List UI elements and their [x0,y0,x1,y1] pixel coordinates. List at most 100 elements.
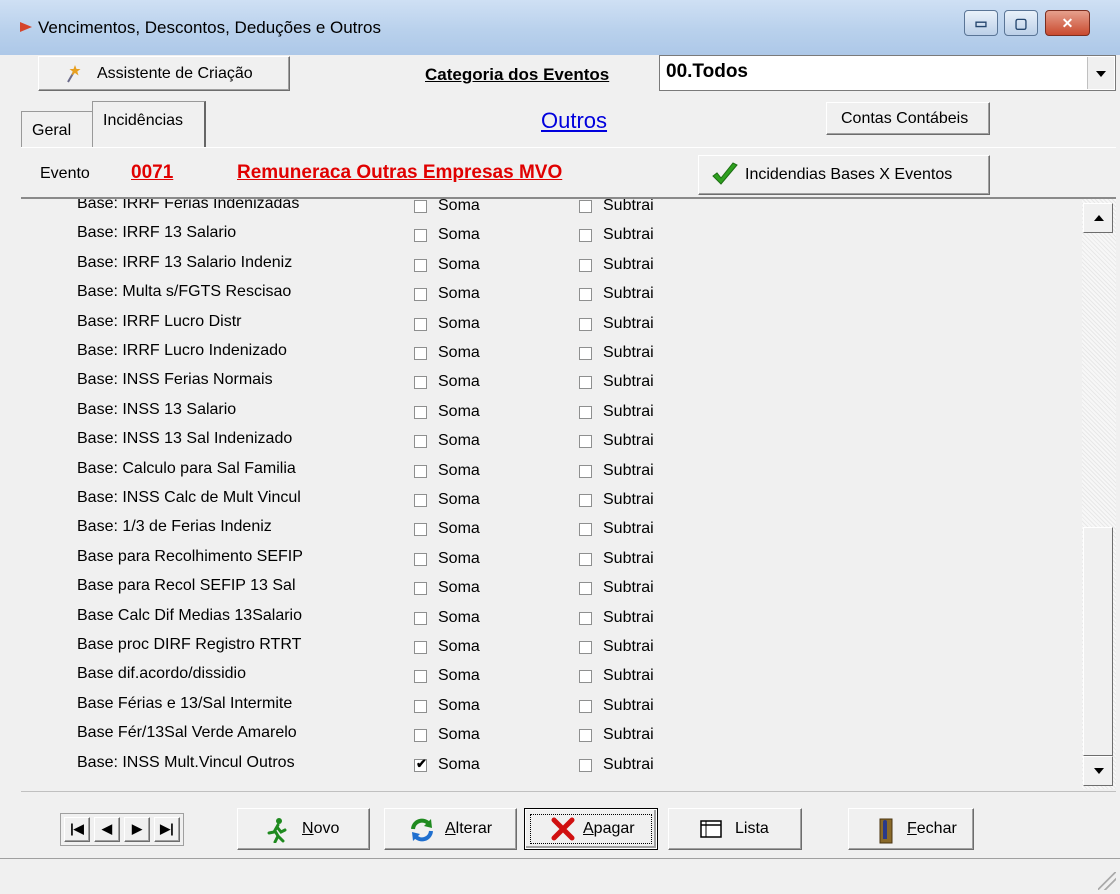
alterar-button[interactable]: Alterar [384,808,517,850]
soma-checkbox[interactable] [414,288,427,302]
subtrai-checkbox[interactable] [579,641,592,654]
checkmark-icon: ✔ [416,755,427,771]
contas-contabeis-button[interactable]: Contas Contábeis [826,102,990,135]
scroll-down-button[interactable] [1083,756,1113,786]
categoria-value: 00.Todos [666,61,748,82]
subtrai-checkbox[interactable] [579,699,592,713]
soma-checkbox[interactable] [414,670,427,684]
subtrai-checkbox[interactable] [579,464,592,478]
soma-checkbox[interactable] [414,729,427,743]
soma-label: Soma [438,285,480,303]
soma-checkbox[interactable] [414,435,427,449]
soma-checkbox[interactable] [414,523,427,537]
nav-prev-button[interactable]: ◀ [94,817,120,842]
incidencia-row: Base: 1/3 de Ferias Indeniz Soma Subtrai [21,514,1081,544]
scroll-thumb[interactable] [1083,527,1113,756]
minimize-button[interactable]: ▭ [964,10,998,36]
subtrai-checkbox[interactable] [579,435,592,449]
nav-first-button[interactable]: |◀ [64,817,90,842]
soma-checkbox[interactable] [414,464,427,478]
soma-checkbox[interactable] [414,317,427,331]
subtrai-checkbox[interactable] [579,317,592,331]
subtrai-checkbox[interactable] [579,523,592,537]
soma-checkbox[interactable] [414,229,427,243]
soma-checkbox[interactable] [414,641,427,654]
subtrai-checkbox[interactable] [579,611,592,625]
soma-checkbox[interactable] [414,494,427,507]
base-name: Base: IRRF 13 Salario Indeniz [77,253,293,271]
soma-label: Soma [438,520,480,538]
resize-grip-icon[interactable] [1098,872,1116,890]
section-title-link[interactable]: Outros [541,108,607,134]
subtrai-checkbox[interactable] [579,376,592,390]
tab-incidencias[interactable]: Incidências [92,101,206,147]
subtrai-checkbox[interactable] [579,670,592,684]
base-name: Base: INSS 13 Salario [77,400,237,418]
soma-checkbox[interactable] [414,611,427,625]
soma-checkbox[interactable] [414,258,427,272]
nav-last-button[interactable]: ▶| [154,817,180,842]
subtrai-checkbox[interactable] [579,200,592,213]
subtrai-checkbox[interactable] [579,229,592,243]
subtrai-checkbox[interactable] [579,552,592,566]
subtrai-checkbox[interactable] [579,758,592,772]
incidencia-row: Base: IRRF Lucro Indenizado Soma Subtrai [21,338,1081,368]
subtrai-label: Subtrai [603,667,654,685]
evento-name: Remuneraca Outras Empresas MVO [237,162,563,183]
soma-label: Soma [438,726,480,744]
soma-checkbox[interactable] [414,582,427,596]
incidencia-row: Base: INSS 13 Sal Indenizado Soma Subtrai [21,426,1081,456]
scroll-up-button[interactable] [1083,203,1113,233]
vertical-scrollbar[interactable] [1082,199,1116,789]
subtrai-checkbox[interactable] [579,494,592,507]
title-bar[interactable]: Vencimentos, Descontos, Deduções e Outro… [0,0,1120,55]
incidencia-row: Base dif.acordo/dissidio Soma Subtrai [21,661,1081,691]
subtrai-checkbox[interactable] [579,258,592,272]
soma-label: Soma [438,402,480,420]
close-button[interactable]: ✕ [1045,10,1090,36]
novo-button[interactable]: Novo [237,808,370,850]
app-arrow-icon [20,22,32,32]
subtrai-checkbox[interactable] [579,347,592,360]
base-name: Base para Recolhimento SEFIP [77,547,303,565]
subtrai-label: Subtrai [603,638,654,655]
subtrai-checkbox[interactable] [579,582,592,596]
fechar-label: Fechar [907,820,957,837]
categoria-dropdown-button[interactable] [1087,57,1114,89]
incidencia-row: Base Calc Dif Medias 13Salario Soma Subtra… [21,603,1081,633]
subtrai-checkbox[interactable] [579,405,592,419]
soma-checkbox[interactable]: ✔ [414,755,427,772]
subtrai-checkbox[interactable] [579,288,592,302]
soma-checkbox[interactable] [414,347,427,360]
base-name: Base: IRRF Ferias Indenizadas [77,197,300,212]
fechar-button[interactable]: Fechar [848,808,974,850]
nav-next-button[interactable]: ▶ [124,817,150,842]
subtrai-label: Subtrai [603,402,654,420]
incidencia-row: Base: IRRF 13 Salario Soma Subtrai [21,220,1081,250]
apagar-button[interactable]: Apagar [524,808,658,850]
soma-label: Soma [438,197,480,214]
soma-checkbox[interactable] [414,552,427,566]
base-name: Base para Recol SEFIP 13 Sal [77,577,296,595]
wizard-icon [67,65,81,83]
last-record-icon: ▶| [160,821,174,836]
alterar-label: Alterar [445,820,493,837]
categoria-select[interactable]: 00.Todos [659,55,1116,91]
incidencias-bases-button[interactable]: Incidendias Bases X Eventos [698,155,990,195]
walking-man-icon [267,818,287,843]
assistente-criacao-button[interactable]: Assistente de Criação [38,56,290,91]
maximize-button[interactable]: ▢ [1004,10,1038,36]
window-title: Vencimentos, Descontos, Deduções e Outro… [38,18,382,37]
incidencia-row: Base: INSS Calc de Mult Vincul Soma Subtra… [21,485,1081,515]
subtrai-checkbox[interactable] [579,729,592,743]
lista-button[interactable]: Lista [668,808,802,850]
soma-checkbox[interactable] [414,376,427,390]
soma-checkbox[interactable] [414,200,427,213]
tab-geral[interactable]: Geral [21,111,93,147]
soma-checkbox[interactable] [414,405,427,419]
refresh-icon [411,818,433,842]
close-icon: ✕ [1061,15,1074,31]
soma-label: Soma [438,255,480,273]
status-bar [0,858,1120,894]
soma-checkbox[interactable] [414,699,427,713]
